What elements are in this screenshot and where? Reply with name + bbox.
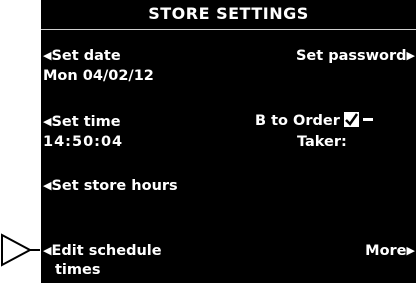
- current-time-value: 14:50:04: [43, 134, 124, 150]
- set-password-button[interactable]: Set password▶: [296, 45, 415, 67]
- right-arrow-icon: ▶: [406, 49, 415, 62]
- b-to-order-label: B to Order: [255, 113, 340, 129]
- set-password-label: Set password: [295, 48, 407, 64]
- set-time-button[interactable]: ◀Set time: [43, 111, 121, 133]
- set-time-label: Set time: [51, 114, 121, 130]
- title-divider: [41, 29, 416, 30]
- more-label: More: [365, 243, 407, 259]
- set-store-hours-button[interactable]: ◀Set store hours: [43, 175, 178, 197]
- right-arrow-icon: ▶: [406, 244, 415, 257]
- set-date-button[interactable]: ◀Set date: [43, 45, 121, 67]
- settings-screen: STORE SETTINGS ◀Set date Mon 04/02/12 Se…: [41, 0, 416, 283]
- pointer-arrow-icon: [1, 233, 40, 267]
- dash-indicator: [362, 118, 373, 121]
- screen-title: STORE SETTINGS: [148, 4, 309, 23]
- b-to-order-taker-toggle[interactable]: B to Order: [255, 111, 373, 132]
- set-store-hours-label: Set store hours: [51, 178, 178, 194]
- edit-schedule-label-line2: times: [55, 262, 101, 278]
- edit-schedule-label: Edit schedule: [51, 243, 162, 259]
- set-date-label: Set date: [51, 48, 121, 64]
- checkmark-icon: [345, 113, 358, 126]
- order-taker-label-line2: Taker:: [297, 134, 347, 150]
- edit-schedule-times-button[interactable]: ◀Edit schedule: [43, 240, 162, 262]
- more-button[interactable]: More▶: [365, 240, 415, 262]
- current-date-value: Mon 04/02/12: [43, 68, 154, 84]
- order-taker-checkbox[interactable]: [343, 112, 359, 127]
